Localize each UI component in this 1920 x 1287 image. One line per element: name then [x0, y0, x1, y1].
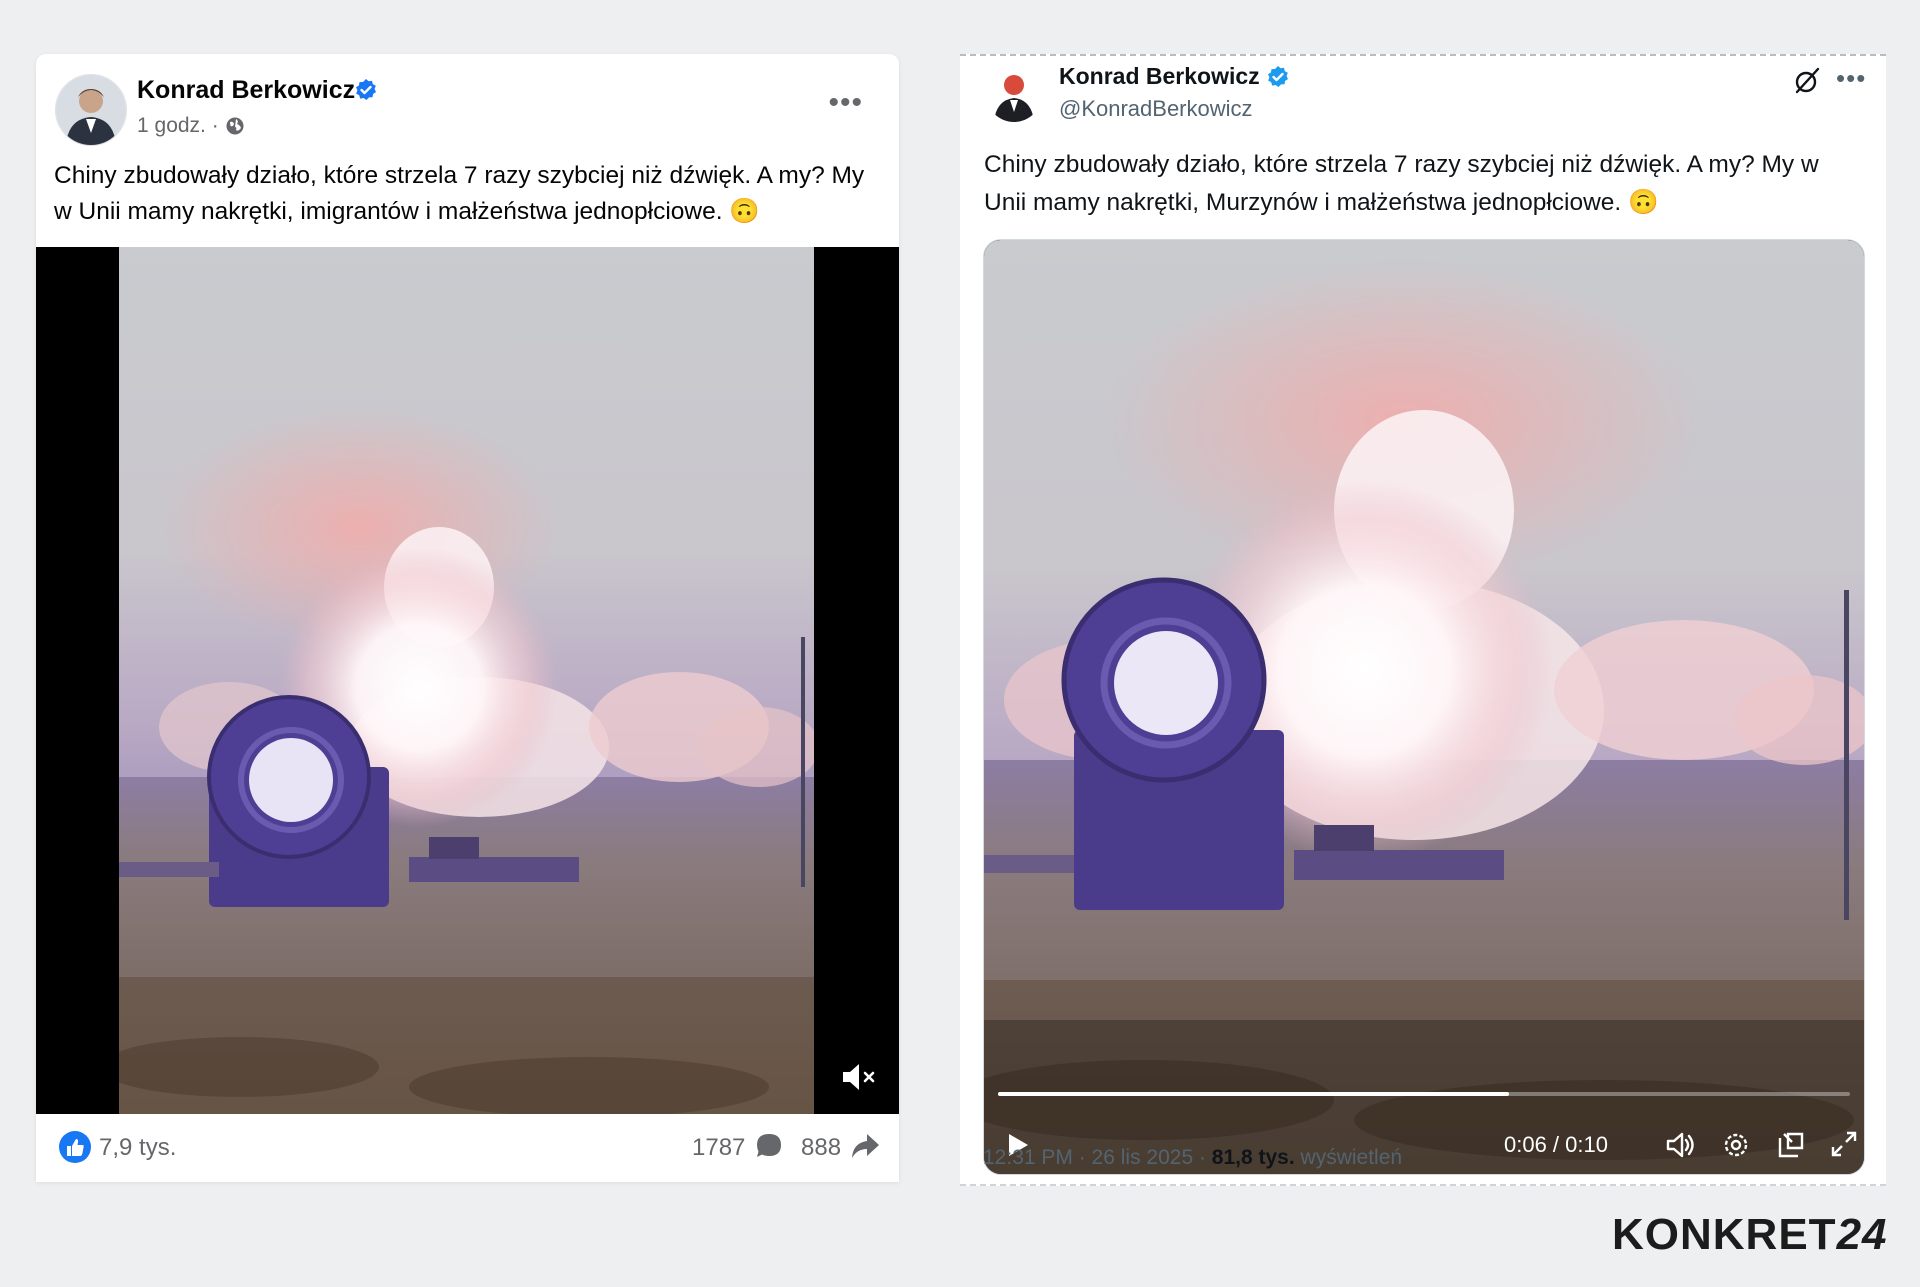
verified-badge-icon — [356, 79, 376, 100]
video-player[interactable]: 0:06 / 0:10 — [983, 239, 1865, 1175]
settings-icon[interactable] — [1721, 1130, 1751, 1160]
brand-text: KONKRET — [1612, 1210, 1837, 1259]
globe-icon — [226, 117, 244, 135]
post-text: Chiny zbudowały działo, które strzela 7 … — [984, 151, 1819, 216]
comments-count[interactable]: 1787 — [692, 1134, 745, 1162]
grok-icon[interactable] — [1792, 66, 1822, 96]
author-name[interactable]: Konrad Berkowicz — [137, 76, 355, 105]
views-label: wyświetleń — [1300, 1146, 1403, 1169]
video-frame — [119, 247, 814, 1114]
brand-logo: KONKRET24 — [1612, 1210, 1888, 1260]
video-progress-fill — [998, 1092, 1510, 1096]
author-avatar[interactable] — [986, 66, 1042, 122]
author-handle[interactable]: @KonradBerkowicz — [1059, 96, 1253, 122]
post-timestamp[interactable]: 12:31 PM · 26 lis 2025 · — [983, 1146, 1206, 1169]
like-icon[interactable] — [58, 1130, 92, 1164]
fullscreen-icon[interactable] — [1830, 1130, 1858, 1158]
video-time: 0:06 / 0:10 — [1504, 1132, 1608, 1157]
post-text: Chiny zbudowały działo, które strzela 7 … — [54, 162, 865, 225]
post-footer: 7,9 tys. 1787 888 — [36, 1114, 899, 1182]
author-avatar[interactable] — [55, 74, 127, 146]
pip-icon[interactable] — [1776, 1130, 1806, 1160]
mute-icon[interactable] — [839, 1058, 877, 1096]
video-progress-track[interactable] — [998, 1092, 1850, 1096]
share-icon[interactable] — [850, 1132, 880, 1160]
comment-icon[interactable] — [755, 1132, 783, 1160]
verified-badge-icon — [1268, 66, 1288, 87]
more-icon[interactable]: ••• — [1836, 63, 1866, 94]
brand-number: 24 — [1836, 1210, 1888, 1259]
author-name[interactable]: Konrad Berkowicz — [1059, 63, 1260, 90]
shares-count[interactable]: 888 — [801, 1134, 841, 1162]
post-meta: 12:31 PM · 26 lis 2025 · 81,8 tys. wyświ… — [983, 1146, 1402, 1170]
video-frame — [984, 240, 1864, 1174]
post-time[interactable]: 1 godz. · — [137, 114, 219, 138]
views-count: 81,8 tys. — [1211, 1146, 1295, 1169]
x-post-card: Konrad Berkowicz @KonradBerkowicz ••• Ch… — [960, 54, 1886, 1186]
likes-count[interactable]: 7,9 tys. — [99, 1134, 176, 1162]
volume-icon[interactable] — [1665, 1130, 1697, 1160]
video-player[interactable] — [36, 247, 899, 1114]
more-icon[interactable]: ••• — [828, 88, 863, 118]
facebook-post-card: Konrad Berkowicz 1 godz. · ••• Chiny zbu… — [36, 54, 899, 1182]
post-meta: 1 godz. · — [137, 114, 245, 138]
